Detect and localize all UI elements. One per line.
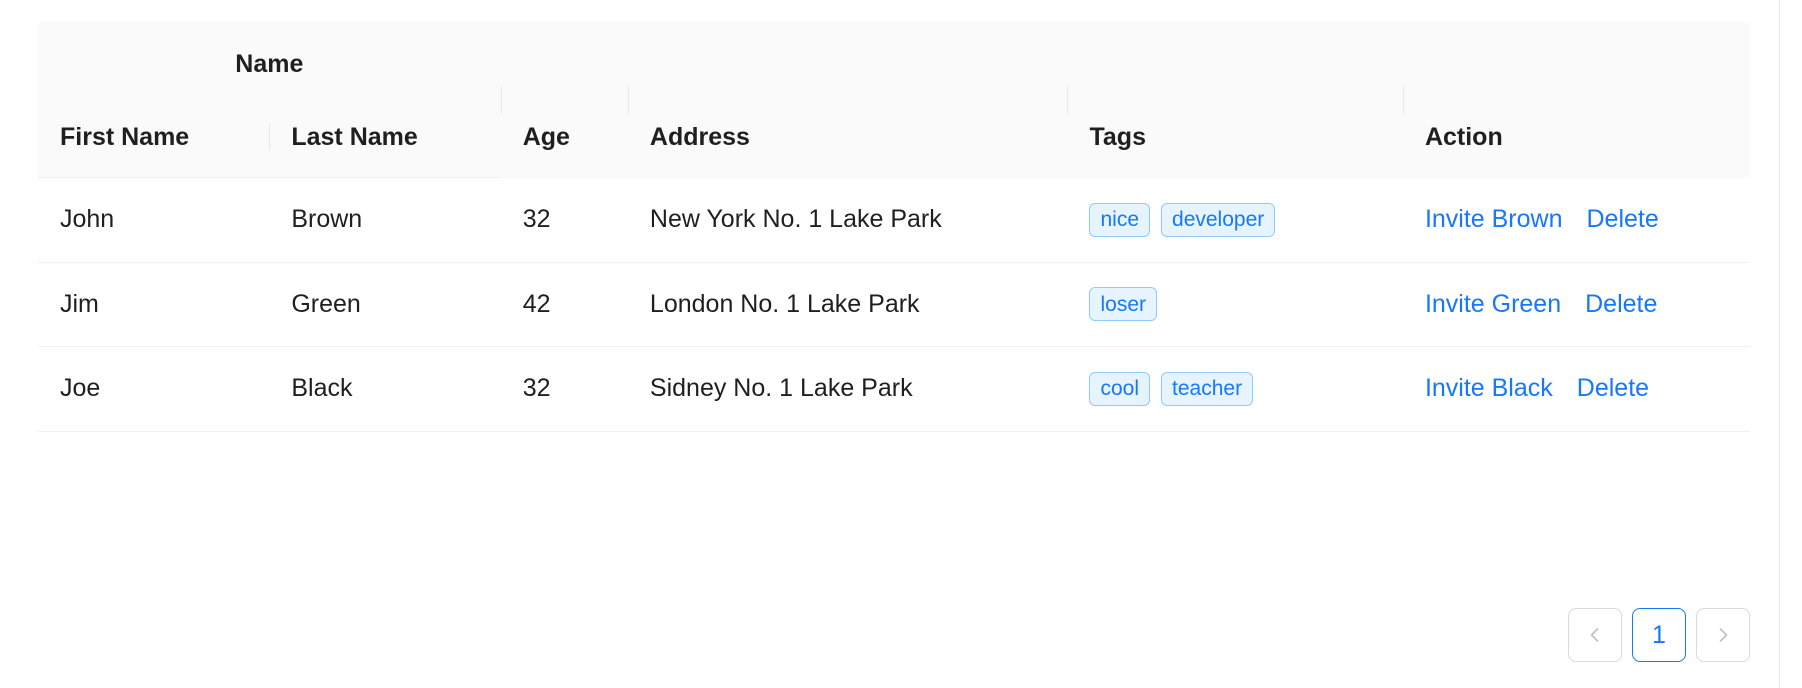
column-header-first-name[interactable]: First Name (38, 97, 270, 178)
cell-action: Invite Black Delete (1402, 346, 1750, 432)
table-body: John Brown 32 New York No. 1 Lake Park n… (38, 177, 1750, 432)
cell-address: Sidney No. 1 Lake Park (627, 346, 1068, 432)
page-scrollbar-track[interactable] (1779, 0, 1780, 688)
table-header: Name Age Address Tags Action First Name … (38, 22, 1750, 178)
pagination-page-1[interactable]: 1 (1632, 608, 1686, 662)
cell-age: 32 (500, 177, 628, 263)
column-header-tags[interactable]: Tags (1067, 22, 1403, 178)
column-header-last-name[interactable]: Last Name (269, 97, 501, 178)
column-header-address[interactable]: Address (627, 22, 1068, 178)
pagination-prev-button[interactable] (1568, 608, 1622, 662)
cell-address: New York No. 1 Lake Park (627, 177, 1068, 263)
table-row[interactable]: Joe Black 32 Sidney No. 1 Lake Park cool… (38, 346, 1750, 432)
tag[interactable]: cool (1089, 371, 1151, 406)
cell-action: Invite Green Delete (1402, 262, 1750, 347)
action-list: Invite Black Delete (1425, 370, 1728, 408)
cell-tags: cool teacher (1067, 346, 1403, 432)
column-header-age[interactable]: Age (500, 22, 628, 178)
pagination: 1 (1568, 608, 1750, 662)
cell-tags: loser (1067, 262, 1403, 347)
cell-age: 42 (500, 262, 628, 347)
column-group-header-name: Name (38, 22, 501, 98)
tag[interactable]: loser (1089, 287, 1158, 322)
column-header-action[interactable]: Action (1402, 22, 1750, 178)
cell-tags: nice developer (1067, 177, 1403, 263)
invite-link[interactable]: Invite Green (1425, 286, 1561, 324)
tag[interactable]: nice (1089, 202, 1151, 237)
action-list: Invite Brown Delete (1425, 201, 1728, 239)
invite-link[interactable]: Invite Black (1425, 370, 1553, 408)
cell-last-name: Black (269, 346, 501, 432)
tag-list: loser (1089, 287, 1380, 322)
cell-action: Invite Brown Delete (1402, 177, 1750, 263)
cell-last-name: Green (269, 262, 501, 347)
users-table: Name Age Address Tags Action First Name … (38, 22, 1750, 432)
table-header-row-group: Name Age Address Tags Action (38, 22, 1750, 178)
tag[interactable]: teacher (1161, 371, 1254, 406)
pagination-next-button[interactable] (1696, 608, 1750, 662)
cell-first-name: John (38, 177, 270, 263)
tag-list: nice developer (1089, 202, 1380, 237)
tag-list: cool teacher (1089, 371, 1380, 406)
cell-last-name: Brown (269, 177, 501, 263)
chevron-right-icon (1713, 625, 1733, 645)
users-table-container: Name Age Address Tags Action First Name … (38, 22, 1750, 432)
table-row[interactable]: Jim Green 42 London No. 1 Lake Park lose… (38, 262, 1750, 347)
action-list: Invite Green Delete (1425, 286, 1728, 324)
tag[interactable]: developer (1161, 202, 1276, 237)
delete-link[interactable]: Delete (1587, 201, 1659, 239)
cell-address: London No. 1 Lake Park (627, 262, 1068, 347)
table-row[interactable]: John Brown 32 New York No. 1 Lake Park n… (38, 177, 1750, 263)
delete-link[interactable]: Delete (1585, 286, 1657, 324)
delete-link[interactable]: Delete (1577, 370, 1649, 408)
invite-link[interactable]: Invite Brown (1425, 201, 1563, 239)
chevron-left-icon (1585, 625, 1605, 645)
cell-first-name: Joe (38, 346, 270, 432)
cell-age: 32 (500, 346, 628, 432)
cell-first-name: Jim (38, 262, 270, 347)
